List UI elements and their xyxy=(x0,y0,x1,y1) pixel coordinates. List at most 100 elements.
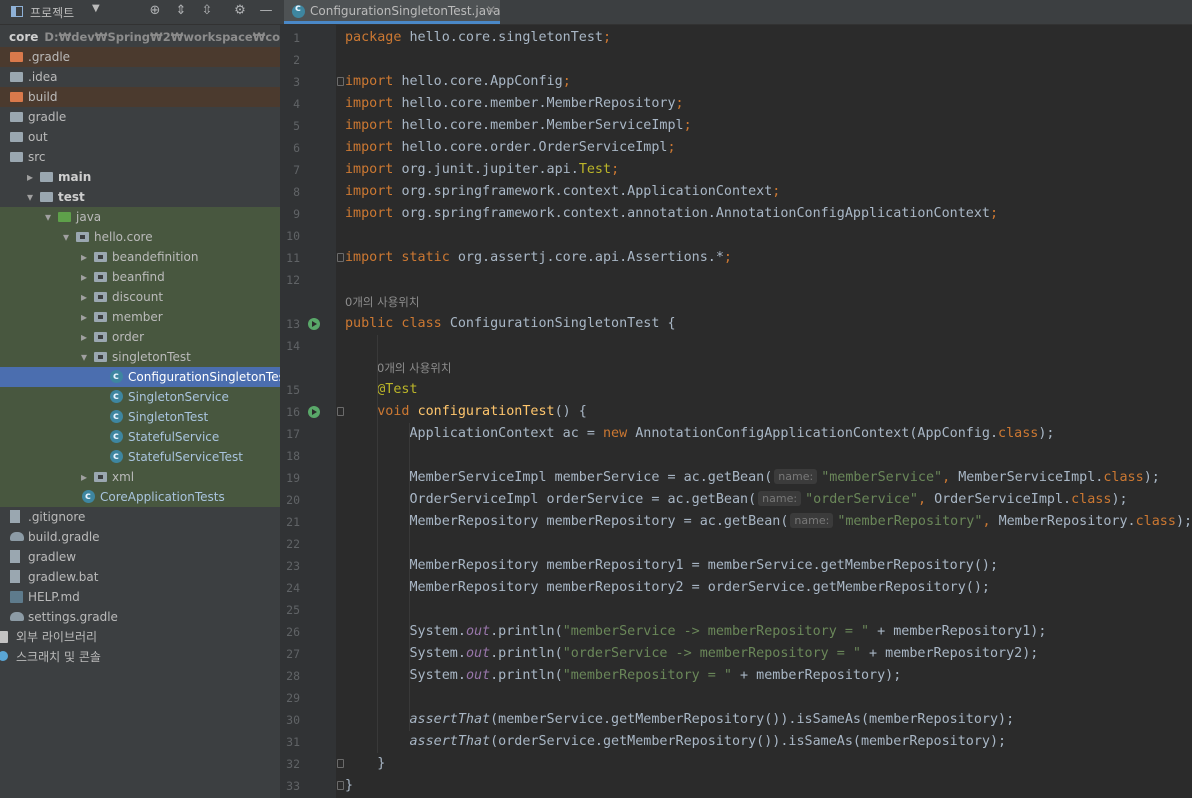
code-token: org.junit.jupiter.api. xyxy=(401,162,579,177)
chevron-right-icon[interactable]: ▸ xyxy=(78,307,90,327)
tree-item[interactable]: build.gradle xyxy=(0,527,280,547)
code-line: import hello.core.member.MemberServiceIm… xyxy=(345,115,692,137)
tree-item[interactable]: ▸ discount xyxy=(0,287,280,307)
editor-tab[interactable]: ConfigurationSingletonTest.java ✕ xyxy=(284,0,501,24)
usage-hint[interactable]: 0개의 사용위치 xyxy=(377,357,451,379)
code-line: MemberServiceImpl memberService = ac.get… xyxy=(345,467,1160,489)
code-token: AnnotationConfigApplicationContext(AppCo… xyxy=(635,426,999,441)
line-number: 30 xyxy=(286,713,300,727)
tree-item[interactable]: .gitignore xyxy=(0,507,280,527)
code-token: @Test xyxy=(377,382,418,397)
chevron-down-icon[interactable]: ▾ xyxy=(24,187,36,207)
tree-item[interactable]: .gradle xyxy=(0,47,280,67)
code-token: org.springframework.context.annotation.A… xyxy=(401,206,990,221)
run-test-icon[interactable] xyxy=(308,318,320,330)
tree-item[interactable]: ▸ beandefinition xyxy=(0,247,280,267)
project-panel-title[interactable]: 프로젝트 xyxy=(30,4,74,21)
chevron-right-icon[interactable]: ▸ xyxy=(78,327,90,347)
code-token: hello.core.order.OrderServiceImpl xyxy=(401,140,668,155)
gear-icon[interactable]: ⚙ xyxy=(231,2,249,20)
tree-item-label: HELP.md xyxy=(28,590,80,604)
tree-item[interactable]: out xyxy=(0,127,280,147)
tree-item[interactable]: gradlew.bat xyxy=(0,567,280,587)
project-panel: 프로젝트 ▼ ⊕ ⇕ ⇳ ⚙ — core D:₩dev₩Spring₩2₩wor… xyxy=(0,0,280,798)
tree-item[interactable]: ▸ beanfind xyxy=(0,267,280,287)
code-area[interactable]: package hello.core.singletonTest; import … xyxy=(336,25,1192,798)
code-line: public class ConfigurationSingletonTest … xyxy=(345,313,676,335)
tree-item-label: test xyxy=(58,190,85,204)
chevron-right-icon[interactable]: ▸ xyxy=(78,287,90,307)
tree-item[interactable]: ▾ hello.core xyxy=(0,227,280,247)
tree-item[interactable]: build xyxy=(0,87,280,107)
line-number: 31 xyxy=(286,735,300,749)
line-number: 6 xyxy=(293,141,300,155)
tree-item[interactable]: StatefulService xyxy=(0,427,280,447)
editor-area: ConfigurationSingletonTest.java ✕ 123456… xyxy=(280,0,1192,798)
chevron-down-icon[interactable]: ▼ xyxy=(92,3,100,14)
code-token: } xyxy=(345,756,386,771)
chevron-right-icon[interactable]: ▸ xyxy=(24,167,36,187)
tree-item[interactable]: .idea xyxy=(0,67,280,87)
tree-item[interactable]: ▸ xml xyxy=(0,467,280,487)
chevron-right-icon[interactable]: ▸ xyxy=(78,267,90,287)
code-line: OrderServiceImpl orderService = ac.getBe… xyxy=(345,489,1128,511)
project-tree: core D:₩dev₩Spring₩2₩workspace₩core .gradl… xyxy=(0,27,280,667)
tree-item[interactable]: CoreApplicationTests xyxy=(0,487,280,507)
chevron-down-icon[interactable]: ▾ xyxy=(78,347,90,367)
code-token: ); xyxy=(1143,470,1160,485)
tree-item[interactable]: HELP.md xyxy=(0,587,280,607)
chevron-right-icon[interactable]: ▸ xyxy=(78,247,90,267)
code-line: MemberRepository memberRepository1 = mem… xyxy=(345,555,998,577)
tree-item[interactable]: ▸ order xyxy=(0,327,280,347)
tree-item-label: CoreApplicationTests xyxy=(100,490,225,504)
hide-panel-icon[interactable]: — xyxy=(257,2,275,20)
line-number: 21 xyxy=(286,515,300,529)
tree-item[interactable]: ▸ main xyxy=(0,167,280,187)
line-number: 33 xyxy=(286,779,300,793)
code-token: MemberRepository. xyxy=(998,514,1136,529)
tree-item[interactable]: ▾ test xyxy=(0,187,280,207)
folder-icon xyxy=(40,192,53,202)
chevron-right-icon[interactable]: ▸ xyxy=(78,467,90,487)
chevron-down-icon[interactable]: ▾ xyxy=(42,207,54,227)
tree-item[interactable]: src xyxy=(0,147,280,167)
run-test-icon[interactable] xyxy=(308,406,320,418)
tree-item[interactable]: SingletonService xyxy=(0,387,280,407)
locate-icon[interactable]: ⊕ xyxy=(146,2,164,20)
package-icon xyxy=(94,272,107,282)
code-line: System.out.println("orderService -> memb… xyxy=(345,643,1038,665)
tree-item[interactable]: gradlew xyxy=(0,547,280,567)
tree-item-label: src xyxy=(28,150,46,164)
line-number: 28 xyxy=(286,669,300,683)
folder-icon xyxy=(10,52,23,62)
code-token: hello.core.member.MemberServiceImpl xyxy=(401,118,684,133)
editor-tab-bar: ConfigurationSingletonTest.java ✕ xyxy=(280,0,1192,25)
tree-item-label: build.gradle xyxy=(28,530,100,544)
file-icon xyxy=(10,550,20,563)
usage-hint[interactable]: 0개의 사용위치 xyxy=(345,291,419,313)
line-number: 8 xyxy=(293,185,300,199)
tree-item[interactable]: StatefulServiceTest xyxy=(0,447,280,467)
tree-item[interactable]: 스크래치 및 콘솔 xyxy=(0,647,280,667)
line-number: 32 xyxy=(286,757,300,771)
code-token: ; xyxy=(602,30,612,45)
tree-item[interactable]: 외부 라이브러리 xyxy=(0,627,280,647)
tree-item[interactable]: settings.gradle xyxy=(0,607,280,627)
close-icon[interactable]: ✕ xyxy=(486,3,496,17)
expand-all-icon[interactable]: ⇕ xyxy=(172,2,190,20)
tree-item[interactable]: ▸ member xyxy=(0,307,280,327)
code-line: @Test xyxy=(345,379,418,401)
folder-icon xyxy=(10,132,23,142)
tree-item[interactable]: ▾ java xyxy=(0,207,280,227)
tree-item[interactable]: ▾ singletonTest xyxy=(0,347,280,367)
tree-item[interactable]: SingletonTest xyxy=(0,407,280,427)
code-token: .println( xyxy=(490,668,563,683)
tree-item[interactable]: gradle xyxy=(0,107,280,127)
chevron-down-icon[interactable]: ▾ xyxy=(60,227,72,247)
indent-guide xyxy=(377,335,378,753)
tree-item[interactable]: core D:₩dev₩Spring₩2₩workspace₩core xyxy=(0,27,280,47)
tree-item[interactable]: ConfigurationSingletonTest xyxy=(0,367,280,387)
package-icon xyxy=(94,352,107,362)
tree-item-label: .gradle xyxy=(28,50,71,64)
collapse-all-icon[interactable]: ⇳ xyxy=(198,2,216,20)
